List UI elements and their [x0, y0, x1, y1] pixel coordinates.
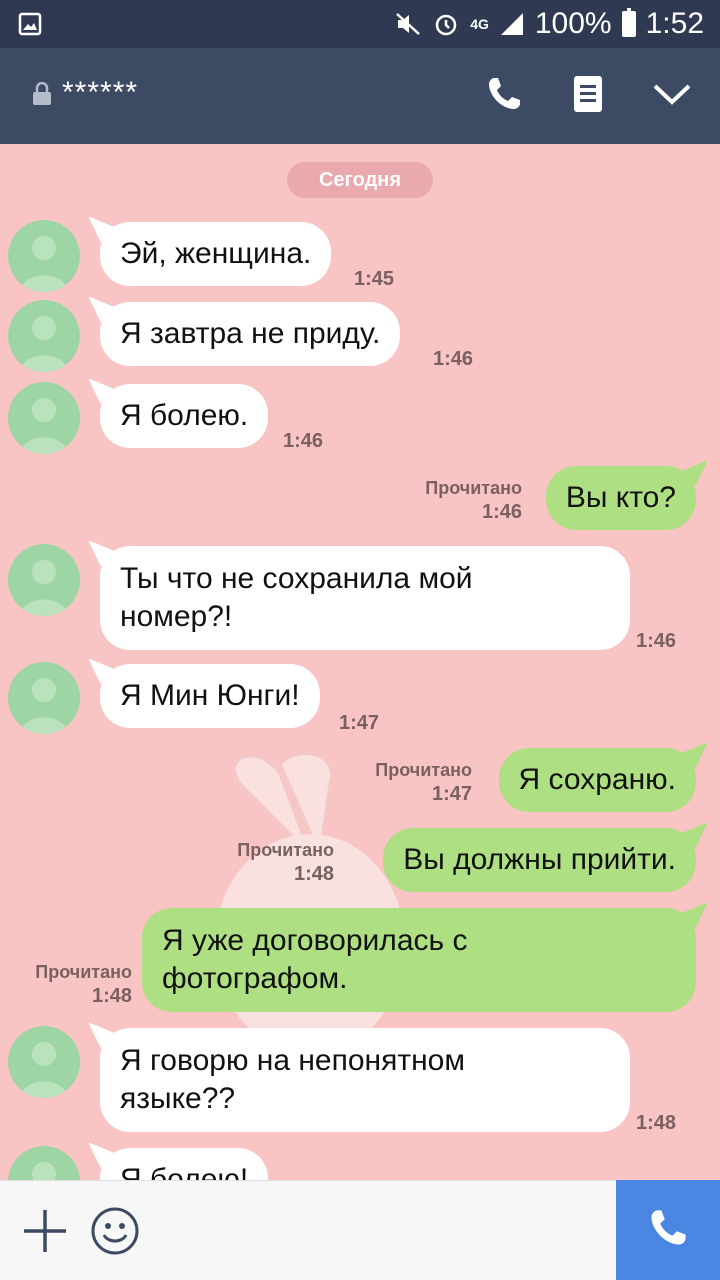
- avatar[interactable]: [8, 1146, 80, 1180]
- alarm-icon: [432, 10, 460, 38]
- voice-call-button[interactable]: [616, 1180, 720, 1280]
- message-text: Эй, женщина.: [120, 237, 312, 270]
- message-bubble-outgoing[interactable]: Вы кто?: [545, 466, 696, 530]
- avatar[interactable]: [8, 382, 80, 454]
- message-text-line-2: языке??: [120, 1082, 236, 1115]
- clock: 1:52: [645, 7, 704, 40]
- message-text-line-1: Я говорю на непонятном: [120, 1044, 465, 1077]
- emoji-button[interactable]: [90, 1206, 140, 1256]
- phone-button[interactable]: [480, 72, 528, 120]
- message-text: Я сохраню.: [518, 763, 676, 796]
- message-bubble-incoming[interactable]: Я болею.: [100, 384, 269, 448]
- status-bar: 4G 100% 1:52: [0, 0, 720, 48]
- message-time: 1:47: [339, 712, 380, 734]
- plus-icon: [20, 1210, 70, 1260]
- lock-icon: [32, 81, 52, 106]
- message-text-line-2: фотографом.: [162, 962, 348, 995]
- message-bubble-outgoing[interactable]: Вы должны прийти.: [383, 828, 696, 892]
- message-text: Я завтра не приду.: [120, 317, 381, 350]
- message-text: Я болею!: [120, 1163, 249, 1180]
- chat-area[interactable]: Сегодня Эй, женщина. 1:45 Я завтра не пр…: [0, 144, 720, 1180]
- notes-icon: [571, 74, 605, 119]
- message-text: Я Мин Юнги!: [120, 679, 300, 712]
- message-bubble-incoming[interactable]: Я болею!: [100, 1148, 269, 1180]
- message-bubble-incoming[interactable]: Ты что не сохранила мой номер?!: [100, 546, 630, 650]
- attach-button[interactable]: [20, 1206, 70, 1256]
- input-bar: [0, 1180, 720, 1280]
- message-time: 1:46: [481, 501, 522, 523]
- message-text-line-1: Ты что не сохранила мой: [120, 562, 473, 595]
- message-bubble-incoming[interactable]: Я Мин Юнги!: [100, 664, 320, 728]
- message-time: 1:46: [433, 348, 474, 370]
- collapse-button[interactable]: [648, 72, 696, 120]
- chevron-down-icon: [652, 82, 692, 111]
- message-text: Вы кто?: [565, 481, 676, 514]
- emoji-icon: [90, 1207, 140, 1260]
- message-bubble-outgoing[interactable]: Я сохраню.: [498, 748, 696, 812]
- signal-icon: [499, 11, 525, 37]
- mute-icon: [394, 10, 422, 38]
- avatar[interactable]: [8, 544, 80, 616]
- avatar[interactable]: [8, 300, 80, 372]
- call-icon: [646, 1206, 690, 1255]
- message-read-status: Прочитано 1:48: [10, 960, 132, 1008]
- avatar[interactable]: [8, 662, 80, 734]
- battery-percent: 100%: [534, 7, 612, 40]
- message-time: 1:45: [354, 268, 395, 290]
- message-bubble-outgoing[interactable]: Я уже договорилась с фотографом.: [142, 908, 696, 1012]
- read-receipt: Прочитано: [375, 760, 472, 780]
- gallery-notification-icon: [18, 12, 42, 36]
- message-time: 1:46: [636, 630, 677, 652]
- message-text-line-2: номер?!: [120, 600, 233, 633]
- chat-header: ******: [0, 48, 720, 144]
- notes-button[interactable]: [564, 72, 612, 120]
- phone-icon: [484, 74, 524, 119]
- read-receipt: Прочитано: [35, 962, 132, 982]
- message-bubble-incoming[interactable]: Я завтра не приду.: [100, 302, 401, 366]
- message-text: Я болею.: [120, 399, 249, 432]
- read-receipt: Прочитано: [237, 840, 334, 860]
- message-time: 1:48: [293, 863, 334, 885]
- message-read-status: Прочитано 1:46: [400, 476, 522, 524]
- avatar[interactable]: [8, 220, 80, 292]
- message-bubble-incoming[interactable]: Я говорю на непонятном языке??: [100, 1028, 630, 1132]
- date-separator: Сегодня: [287, 162, 433, 198]
- message-time: 1:48: [636, 1112, 677, 1134]
- message-read-status: Прочитано 1:47: [350, 758, 472, 806]
- message-time: 1:46: [283, 430, 324, 452]
- message-read-status: Прочитано 1:48: [212, 838, 334, 886]
- message-text-line-1: Я уже договорилась с: [162, 924, 468, 957]
- message-bubble-incoming[interactable]: Эй, женщина.: [100, 222, 332, 286]
- network-label: 4G: [470, 16, 489, 32]
- avatar[interactable]: [8, 1026, 80, 1098]
- battery-icon: [621, 8, 636, 37]
- message-time: 1:47: [431, 783, 472, 805]
- chat-title[interactable]: ******: [62, 76, 138, 110]
- message-time: 1:48: [91, 985, 132, 1007]
- message-text: Вы должны прийти.: [403, 843, 676, 876]
- read-receipt: Прочитано: [425, 478, 522, 498]
